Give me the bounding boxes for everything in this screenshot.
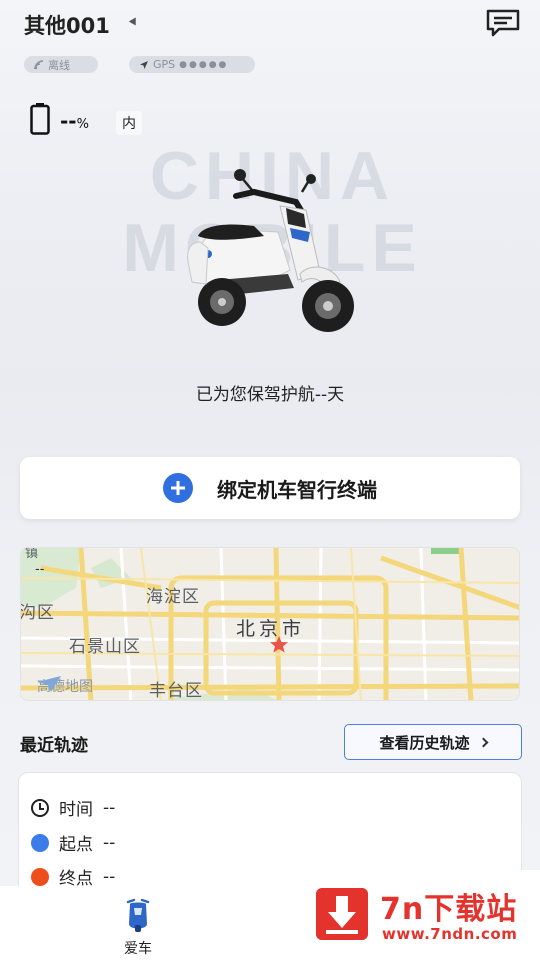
tab-car[interactable]: 爱车 (110, 898, 166, 958)
gps-label: GPS (153, 58, 176, 71)
end-point-dot-icon (31, 867, 49, 886)
message-icon[interactable] (485, 8, 521, 38)
recent-tracks-title: 最近轨迹 (20, 736, 88, 756)
download-arrow-icon (316, 888, 368, 940)
offline-label: 离线 (48, 58, 70, 72)
map-value-text: -- (35, 562, 45, 577)
map-label-zhen: 镇 (25, 547, 40, 561)
battery-icon (30, 103, 50, 135)
bind-terminal-button[interactable]: 绑定机车智行终端 (20, 457, 520, 519)
battery-location: 内 (116, 111, 142, 135)
track-start-label: 起点 (59, 835, 93, 855)
track-start-value: -- (103, 832, 116, 853)
battery-unit: % (76, 117, 89, 132)
location-arrow-icon (140, 60, 148, 69)
device-name-selector[interactable]: 其他001 (24, 10, 110, 40)
amap-arrow-icon (37, 676, 61, 692)
chevron-right-icon (478, 737, 488, 747)
battery-percentage: --% (60, 109, 89, 133)
map-label-haidian: 海淀区 (146, 587, 200, 607)
amap-logo: 高德地图 (37, 676, 93, 696)
map-view[interactable]: -- 海淀区 北京市 石景山区 丰台区 沟区 镇 高德地图 (20, 547, 520, 701)
header: 其他001 (0, 0, 540, 50)
download-site-watermark: 7n下载站 www.7ndn.com (298, 870, 540, 960)
view-history-label: 查看历史轨迹 (379, 733, 470, 752)
protection-days-text: 已为您保驾护航--天 (195, 385, 345, 405)
gps-signal-dots: ●●●●● (179, 59, 229, 70)
clock-icon (31, 798, 49, 817)
map-label-gou: 沟区 (20, 603, 55, 623)
gps-status-badge: GPS ●●●●● (129, 56, 255, 73)
download-site-url: www.7ndn.com (382, 925, 518, 943)
track-time-row: 时间 -- (31, 795, 115, 820)
track-end-value: -- (103, 866, 116, 887)
map-label-fengtai: 丰台区 (149, 681, 203, 701)
scooter-image (187, 169, 354, 332)
dropdown-caret-icon[interactable] (128, 15, 140, 26)
offline-status-badge: 离线 (24, 56, 98, 73)
view-history-button[interactable]: 查看历史轨迹 (344, 724, 522, 760)
battery-value: -- (60, 109, 77, 133)
signal-icon (34, 59, 44, 69)
map-label-shijingshan: 石景山区 (69, 637, 141, 657)
track-time-value: -- (103, 797, 116, 818)
download-site-title: 7n下载站 (380, 892, 518, 927)
track-time-label: 时间 (59, 800, 93, 820)
status-row: 离线 GPS ●●●●● (0, 56, 540, 76)
map-label-beijing: 北京市 (236, 618, 306, 640)
plus-circle-icon (163, 473, 193, 503)
tab-car-label: 爱车 (124, 941, 152, 957)
bind-terminal-label: 绑定机车智行终端 (217, 477, 377, 502)
start-point-dot-icon (31, 833, 49, 852)
track-start-row: 起点 -- (31, 830, 115, 855)
scooter-tab-icon (126, 898, 150, 932)
